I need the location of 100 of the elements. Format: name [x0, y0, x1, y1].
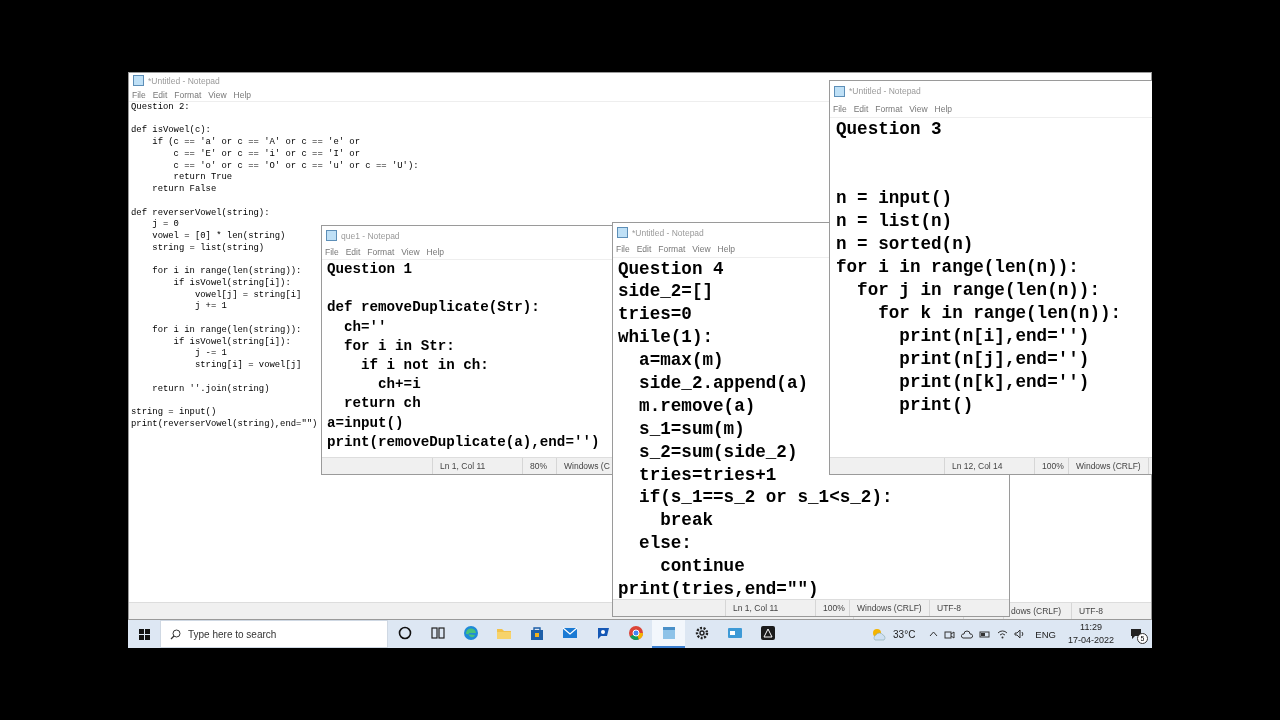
code-line: print(n[k],end='') — [898, 370, 1090, 394]
code-line: c == 'E' or c == 'i' or c == 'I' or — [172, 148, 360, 161]
code-line: ch+=i — [377, 375, 421, 395]
settings-icon — [693, 625, 710, 641]
code-line: for k in range(len(n)): — [877, 301, 1122, 325]
notepad-icon — [326, 230, 337, 241]
code-line: string = input() — [131, 406, 217, 419]
status-text: Windows (C — [564, 461, 610, 471]
status-text: UTF-8 — [937, 603, 962, 613]
code-line: if isVowel(string[i]): — [172, 336, 291, 348]
code-line: s_1=sum(m) — [638, 417, 745, 441]
code-line: while(1): — [618, 326, 714, 350]
menu-item[interactable]: View — [692, 244, 711, 255]
window-title: que1 - Notepad — [341, 230, 400, 241]
status-text: Ln 1, Col 11 — [733, 603, 779, 613]
code-line: a=input() — [327, 413, 404, 433]
code-line: n = sorted(n) — [836, 232, 974, 256]
window-title: *Untitled - Notepad — [148, 75, 220, 86]
code-line: def isVowel(c): — [131, 124, 211, 137]
code-line: print(reverserVowel(string),end="") — [131, 418, 318, 431]
menu-item[interactable]: File — [325, 247, 339, 257]
code-line: string[i] = vowel[j] — [193, 360, 302, 372]
menu-item[interactable]: Edit — [853, 103, 869, 114]
menu-item[interactable]: View — [208, 89, 227, 100]
code-line: j = 0 — [151, 219, 179, 231]
search-field[interactable]: Type here to search — [160, 620, 388, 648]
battery-icon[interactable] — [979, 629, 992, 639]
menu-item[interactable]: Help — [426, 247, 445, 257]
code-line: return False — [151, 184, 217, 196]
code-line: else: — [638, 532, 692, 556]
status-text: 80% — [530, 461, 547, 471]
menu-item[interactable]: Format — [658, 244, 686, 255]
code-line: return ch — [343, 394, 421, 414]
code-line: n = list(n) — [836, 209, 953, 233]
menu-item[interactable]: Format — [875, 103, 903, 114]
menu-item[interactable]: Help — [934, 103, 953, 114]
menu-item[interactable]: Edit — [152, 89, 168, 100]
code-line: Question 3 — [836, 117, 942, 141]
code-line: continue — [659, 555, 745, 578]
menu-item[interactable]: Help — [717, 244, 736, 255]
menu-item[interactable]: File — [132, 89, 146, 100]
code-line: s_2=sum(side_2) — [638, 440, 798, 464]
status-text: Ln 12, Col 14 — [952, 461, 1003, 471]
menu-item[interactable]: View — [401, 247, 420, 257]
menu-item[interactable]: Format — [174, 89, 202, 100]
camera-icon[interactable] — [944, 628, 956, 640]
menu-item[interactable]: File — [616, 244, 630, 255]
code-line: def removeDuplicate(Str): — [327, 298, 540, 318]
cloud-icon[interactable] — [961, 629, 974, 639]
code-line: def reverserVowel(string): — [131, 206, 270, 219]
code-line: for i in Str: — [343, 336, 455, 356]
clock-time[interactable]: 11:29 — [1080, 621, 1102, 634]
circle-icon — [396, 625, 413, 641]
menu-item[interactable]: Edit — [636, 244, 652, 255]
status-text: Windows (CRLF) — [857, 603, 922, 613]
code-line: Question 2: — [131, 102, 190, 114]
code-line: return ''.join(string) — [151, 382, 270, 396]
notepad-icon — [660, 625, 677, 641]
clock-date[interactable]: 17-04-2022 — [1067, 634, 1114, 647]
code-line: for i in range(len(string)): — [151, 323, 302, 337]
code-line: Question 4 — [618, 257, 724, 281]
code-line: Question 1 — [327, 260, 413, 279]
menu-item[interactable]: Format — [367, 247, 395, 257]
menu-item[interactable]: File — [833, 103, 847, 114]
code-line: print(n[i],end='') — [898, 324, 1090, 348]
code-line: vowel = [0] * len(string) — [151, 231, 286, 243]
notepad-icon — [617, 227, 628, 238]
code-line: print(tries,end="") — [618, 577, 819, 599]
code-line: j -= 1 — [193, 348, 227, 360]
code-line: if i not in ch: — [360, 355, 489, 375]
notepad-icon — [834, 85, 845, 97]
speaker-icon[interactable] — [1014, 629, 1026, 639]
status-text: dows (CRLF) — [1011, 606, 1062, 616]
code-line: print(removeDuplicate(a),end='') — [327, 432, 600, 452]
menu-item[interactable]: Help — [233, 89, 252, 100]
code-line: print() — [898, 393, 974, 417]
code-line: string = list(string) — [151, 242, 265, 255]
code-line: print(n[j],end='') — [898, 347, 1090, 371]
envelope-icon — [561, 625, 578, 641]
wifi-icon[interactable] — [997, 629, 1009, 639]
window-title: *Untitled - Notepad — [849, 86, 921, 96]
temperature-text: 33°C — [893, 628, 916, 640]
code-line: vowel[j] = string[i] — [193, 289, 302, 301]
code-line: a=max(m) — [638, 349, 724, 372]
language-indicator[interactable]: ENG — [1035, 628, 1056, 640]
notification-icon — [1130, 628, 1142, 640]
chevron-up-icon[interactable] — [929, 629, 939, 639]
code-line: for i in range(len(n)): — [836, 255, 1079, 279]
code-line: m.remove(a) — [638, 394, 756, 418]
code-line: for i in range(len(string)): — [151, 265, 302, 278]
code-line: n = input() — [836, 186, 953, 210]
code-line: c == 'o' or c == 'O' or c == 'u' or c == 'U'): — [172, 160, 419, 173]
status-text: 100% — [823, 603, 845, 613]
code-line: for j in range(len(n)): — [856, 278, 1100, 302]
menu-item[interactable]: Edit — [345, 247, 361, 257]
code-line: if isVowel(string[i]): — [172, 278, 291, 290]
menu-item[interactable]: View — [909, 103, 928, 114]
browser-icon — [627, 625, 644, 641]
code-line: if (c == 'a' or c == 'A' or c == 'e' or — [151, 137, 360, 149]
notepad-icon — [133, 75, 144, 86]
